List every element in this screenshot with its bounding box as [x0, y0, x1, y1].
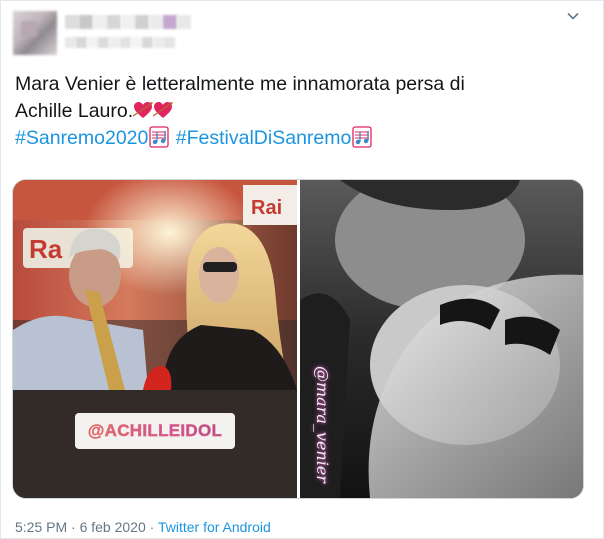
source-link[interactable]: Twitter for Android	[158, 519, 271, 535]
chevron-down-icon[interactable]	[564, 9, 582, 27]
mention-sticker-achilleidol: @ACHILLEIDOL	[75, 413, 235, 449]
tweet-text-line2: Achille Lauro.	[15, 100, 134, 122]
tweet-media: Ra Rai @ACHILLEIDOL	[12, 179, 584, 499]
timestamp[interactable]: 5:25 PM · 6 feb 2020 ·	[15, 519, 158, 535]
tweet-meta: 5:25 PM · 6 feb 2020 · Twitter for Andro…	[15, 519, 271, 535]
hashtag-sanremo2020[interactable]: #Sanremo2020	[15, 127, 148, 149]
photo-mara-selfie[interactable]: @mara_venier	[300, 180, 583, 498]
musical-score-icon	[351, 126, 373, 148]
mention-tag-mara-venier: @mara_venier	[313, 366, 332, 483]
avatar[interactable]	[13, 11, 57, 55]
photo-achille-mara-studio[interactable]: Ra Rai @ACHILLEIDOL	[13, 180, 297, 498]
tweet-text-line1: Mara Venier è letteralmente me innamorat…	[15, 73, 465, 95]
musical-score-icon	[148, 126, 170, 148]
heart-with-arrow-icon	[132, 100, 154, 118]
author-name-redacted[interactable]	[65, 15, 191, 33]
tweet-text: Mara Venier è letteralmente me innamorat…	[15, 71, 585, 152]
tweet-card: Mara Venier è letteralmente me innamorat…	[0, 0, 604, 539]
author-handle-redacted[interactable]	[65, 37, 175, 49]
heart-with-arrow-icon	[152, 100, 174, 118]
hashtag-festivaldisanremo[interactable]: #FestivalDiSanremo	[176, 127, 352, 149]
